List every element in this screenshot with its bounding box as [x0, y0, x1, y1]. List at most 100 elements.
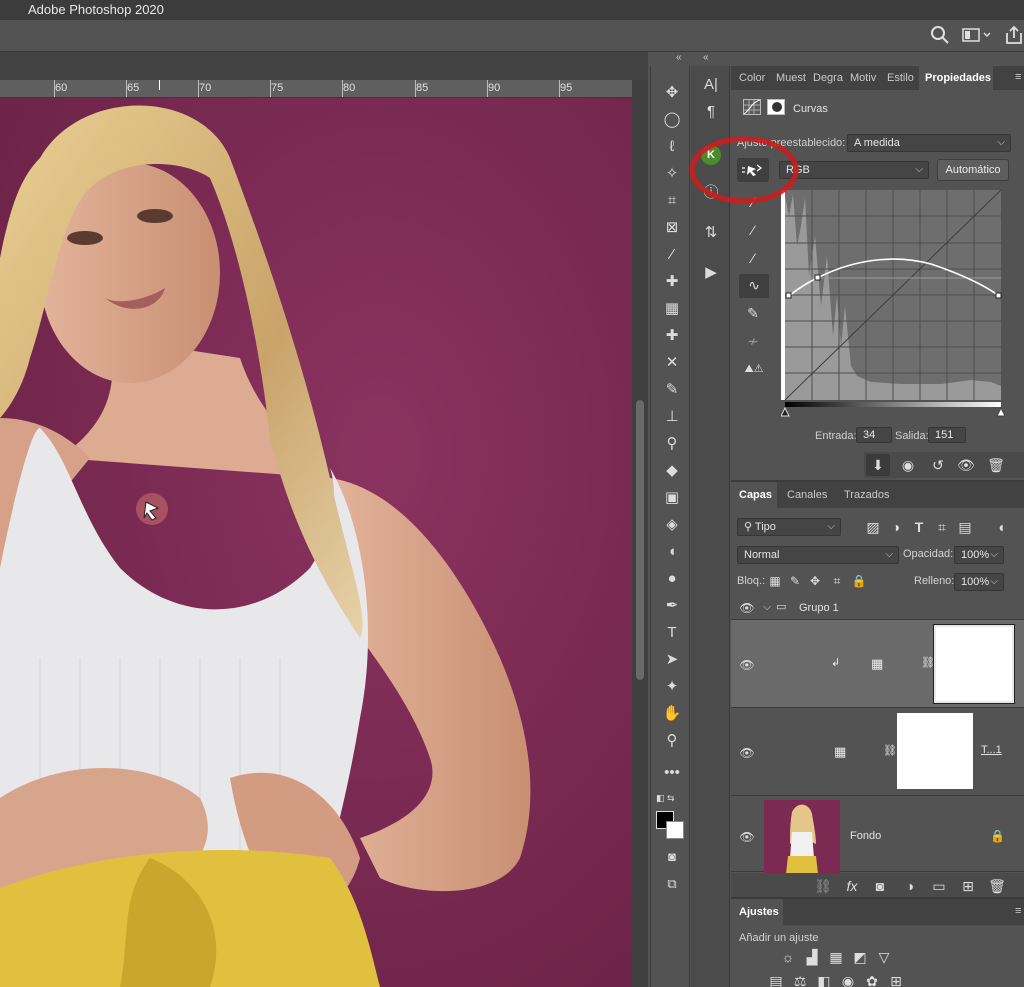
visibility-eye-icon[interactable]: 👁 — [954, 454, 978, 476]
smooth-curve-icon[interactable]: ≁ — [741, 330, 765, 352]
new-group-icon[interactable]: ▭ — [927, 875, 951, 897]
black-white-icon[interactable]: ◧ — [812, 970, 836, 987]
lock-all-icon[interactable]: 🔒 — [847, 570, 871, 592]
link-layers-icon[interactable]: ⛓ — [811, 875, 835, 897]
tab-paths[interactable]: Trazados — [844, 482, 904, 508]
panel-menu-icon[interactable]: ≡ — [1015, 905, 1021, 917]
frame-tool-icon[interactable]: ⊠ — [659, 217, 685, 239]
vibrance-icon[interactable]: ▽ — [872, 946, 896, 968]
tab-gradients[interactable]: Degra — [813, 66, 843, 90]
layer-row-group[interactable]: 👁 ⌵ ▭ Grupo 1 — [731, 596, 1024, 620]
screen-mode-icon[interactable]: ⧉ — [659, 873, 685, 895]
auto-button[interactable]: Automático — [937, 159, 1009, 181]
tab-adjustments[interactable]: Ajustes — [731, 899, 783, 925]
filter-smart-icon[interactable]: ▤ — [953, 516, 977, 538]
tab-styles[interactable]: Estilo — [887, 66, 917, 90]
layer-row-smart[interactable]: 👁 ▦ ⛓ T...1 — [731, 708, 1024, 796]
bandage-tool-icon[interactable]: ✚ — [659, 325, 685, 347]
brightness-icon[interactable]: ☼ — [776, 946, 800, 968]
filter-type-icon[interactable]: T — [907, 516, 931, 538]
preset-dropdown[interactable]: A medida ⌵ — [847, 134, 1011, 152]
clip-to-layer-icon[interactable]: ⬇ — [866, 454, 890, 476]
layer-thumbnail[interactable] — [764, 800, 840, 874]
filter-adjustment-icon[interactable]: ◑ — [884, 516, 908, 538]
path-selection-icon[interactable]: ➤ — [659, 649, 685, 671]
tab-channels[interactable]: Canales — [787, 482, 837, 508]
history-panel-icon[interactable]: ⇅ — [699, 222, 723, 244]
visibility-eye-icon[interactable]: 👁 — [739, 658, 755, 672]
mask-icon[interactable] — [767, 99, 785, 115]
zoom-tool-icon[interactable]: ⚲ — [659, 730, 685, 752]
document-canvas[interactable] — [0, 98, 632, 987]
history-brush-icon[interactable]: ⚲ — [659, 433, 685, 455]
move-tool-icon[interactable]: ✥ — [659, 82, 685, 104]
marquee-tool-icon[interactable]: ◯ — [659, 109, 685, 131]
quick-mask-icon[interactable]: ◙ — [659, 846, 685, 868]
curve-points-icon[interactable]: ∿ — [739, 274, 769, 298]
visibility-eye-icon[interactable]: 👁 — [739, 601, 755, 615]
output-field[interactable]: 151 — [928, 427, 966, 443]
pencil-draw-icon[interactable]: ✎ — [741, 302, 765, 324]
workspace-icon[interactable] — [962, 27, 992, 43]
reset-icon[interactable]: ↺ — [926, 454, 950, 476]
paint-bucket-icon[interactable]: ◈ — [659, 514, 685, 536]
actions-play-icon[interactable]: ▶ — [699, 262, 723, 284]
view-previous-icon[interactable]: ◉ — [896, 454, 920, 476]
magic-wand-tool-icon[interactable]: ✧ — [659, 163, 685, 185]
tab-layers[interactable]: Capas — [731, 482, 777, 508]
exposure-icon[interactable]: ◩ — [848, 946, 872, 968]
delete-icon[interactable]: 🗑 — [984, 454, 1008, 476]
tab-patterns[interactable]: Motiv — [850, 66, 880, 90]
channel-mixer-icon[interactable]: ✿ — [860, 970, 884, 987]
chevron-down-icon[interactable]: ⌵ — [763, 601, 771, 614]
add-mask-icon[interactable]: ◙ — [868, 875, 892, 897]
paragraph-panel-icon[interactable]: ¶ — [699, 101, 723, 123]
new-layer-icon[interactable]: ⊞ — [956, 875, 980, 897]
brush-tool-icon[interactable]: ✎ — [659, 379, 685, 401]
swap-colors-icon[interactable]: ◧ ⇆ — [656, 793, 686, 805]
scrollbar-thumb[interactable] — [636, 400, 644, 680]
share-icon[interactable] — [1004, 25, 1024, 45]
blend-mode-dropdown[interactable]: Normal ⌵ — [737, 546, 899, 564]
photo-filter-icon[interactable]: ◉ — [836, 970, 860, 987]
hand-tool-icon[interactable]: ✋ — [659, 703, 685, 725]
more-tools-icon[interactable]: ••• — [659, 762, 685, 784]
layer-mask-thumbnail[interactable] — [933, 624, 1015, 704]
content-aware-move-icon[interactable]: ✕ — [659, 352, 685, 374]
eraser-tool-icon[interactable]: ◆ — [659, 460, 685, 482]
opacity-field[interactable]: 100% ⌵ — [954, 546, 1004, 564]
search-icon[interactable] — [930, 25, 950, 45]
filter-pixel-icon[interactable]: ▨ — [861, 516, 885, 538]
clipping-warning-icon[interactable]: ⛰⚠ — [739, 358, 769, 380]
dodge-tool-icon[interactable]: ● — [659, 568, 685, 590]
gradient-tool-icon[interactable]: ▣ — [659, 487, 685, 509]
lasso-tool-icon[interactable]: ℓ — [659, 136, 685, 158]
layer-mask-thumbnail[interactable] — [897, 713, 973, 789]
fx-icon[interactable]: fx — [840, 875, 864, 897]
blur-tool-icon[interactable]: ◖ — [659, 541, 685, 563]
collapse-icon[interactable]: « — [676, 52, 682, 63]
new-adjustment-icon[interactable]: ◑ — [898, 875, 922, 897]
hue-saturation-icon[interactable]: ▤ — [764, 970, 788, 987]
stamp-tool-icon[interactable]: ⊥ — [659, 406, 685, 428]
lock-artboard-icon[interactable]: ⌗ — [825, 570, 849, 592]
layer-row-background[interactable]: 👁 Fondo 🔒 — [731, 796, 1024, 874]
visibility-eye-icon[interactable]: 👁 — [739, 746, 755, 760]
tab-properties[interactable]: Propiedades — [919, 66, 993, 90]
layer-row-curves[interactable]: 👁 ↲ ▦ ⛓ — [731, 620, 1024, 708]
eyedropper-tool-icon[interactable]: ⁄ — [659, 244, 685, 266]
patch-tool-icon[interactable]: ▦ — [659, 298, 685, 320]
levels-icon[interactable]: ▟ — [800, 946, 824, 968]
curves-adjustment-icon[interactable]: ▦ — [824, 946, 848, 968]
pen-tool-icon[interactable]: ✒ — [659, 595, 685, 617]
curves-graph[interactable] — [781, 186, 1005, 422]
input-field[interactable]: 34 — [856, 427, 892, 443]
spot-healing-tool-icon[interactable]: ✚ — [659, 271, 685, 293]
tab-color[interactable]: Color — [739, 66, 775, 90]
type-tool-icon[interactable]: T — [659, 622, 685, 644]
fill-field[interactable]: 100% ⌵ — [954, 573, 1004, 591]
filter-shape-icon[interactable]: ⌗ — [930, 516, 954, 538]
visibility-eye-icon[interactable]: 👁 — [739, 830, 755, 844]
delete-icon[interactable]: 🗑 — [985, 875, 1009, 897]
panel-menu-icon[interactable]: ≡ — [1015, 71, 1021, 83]
